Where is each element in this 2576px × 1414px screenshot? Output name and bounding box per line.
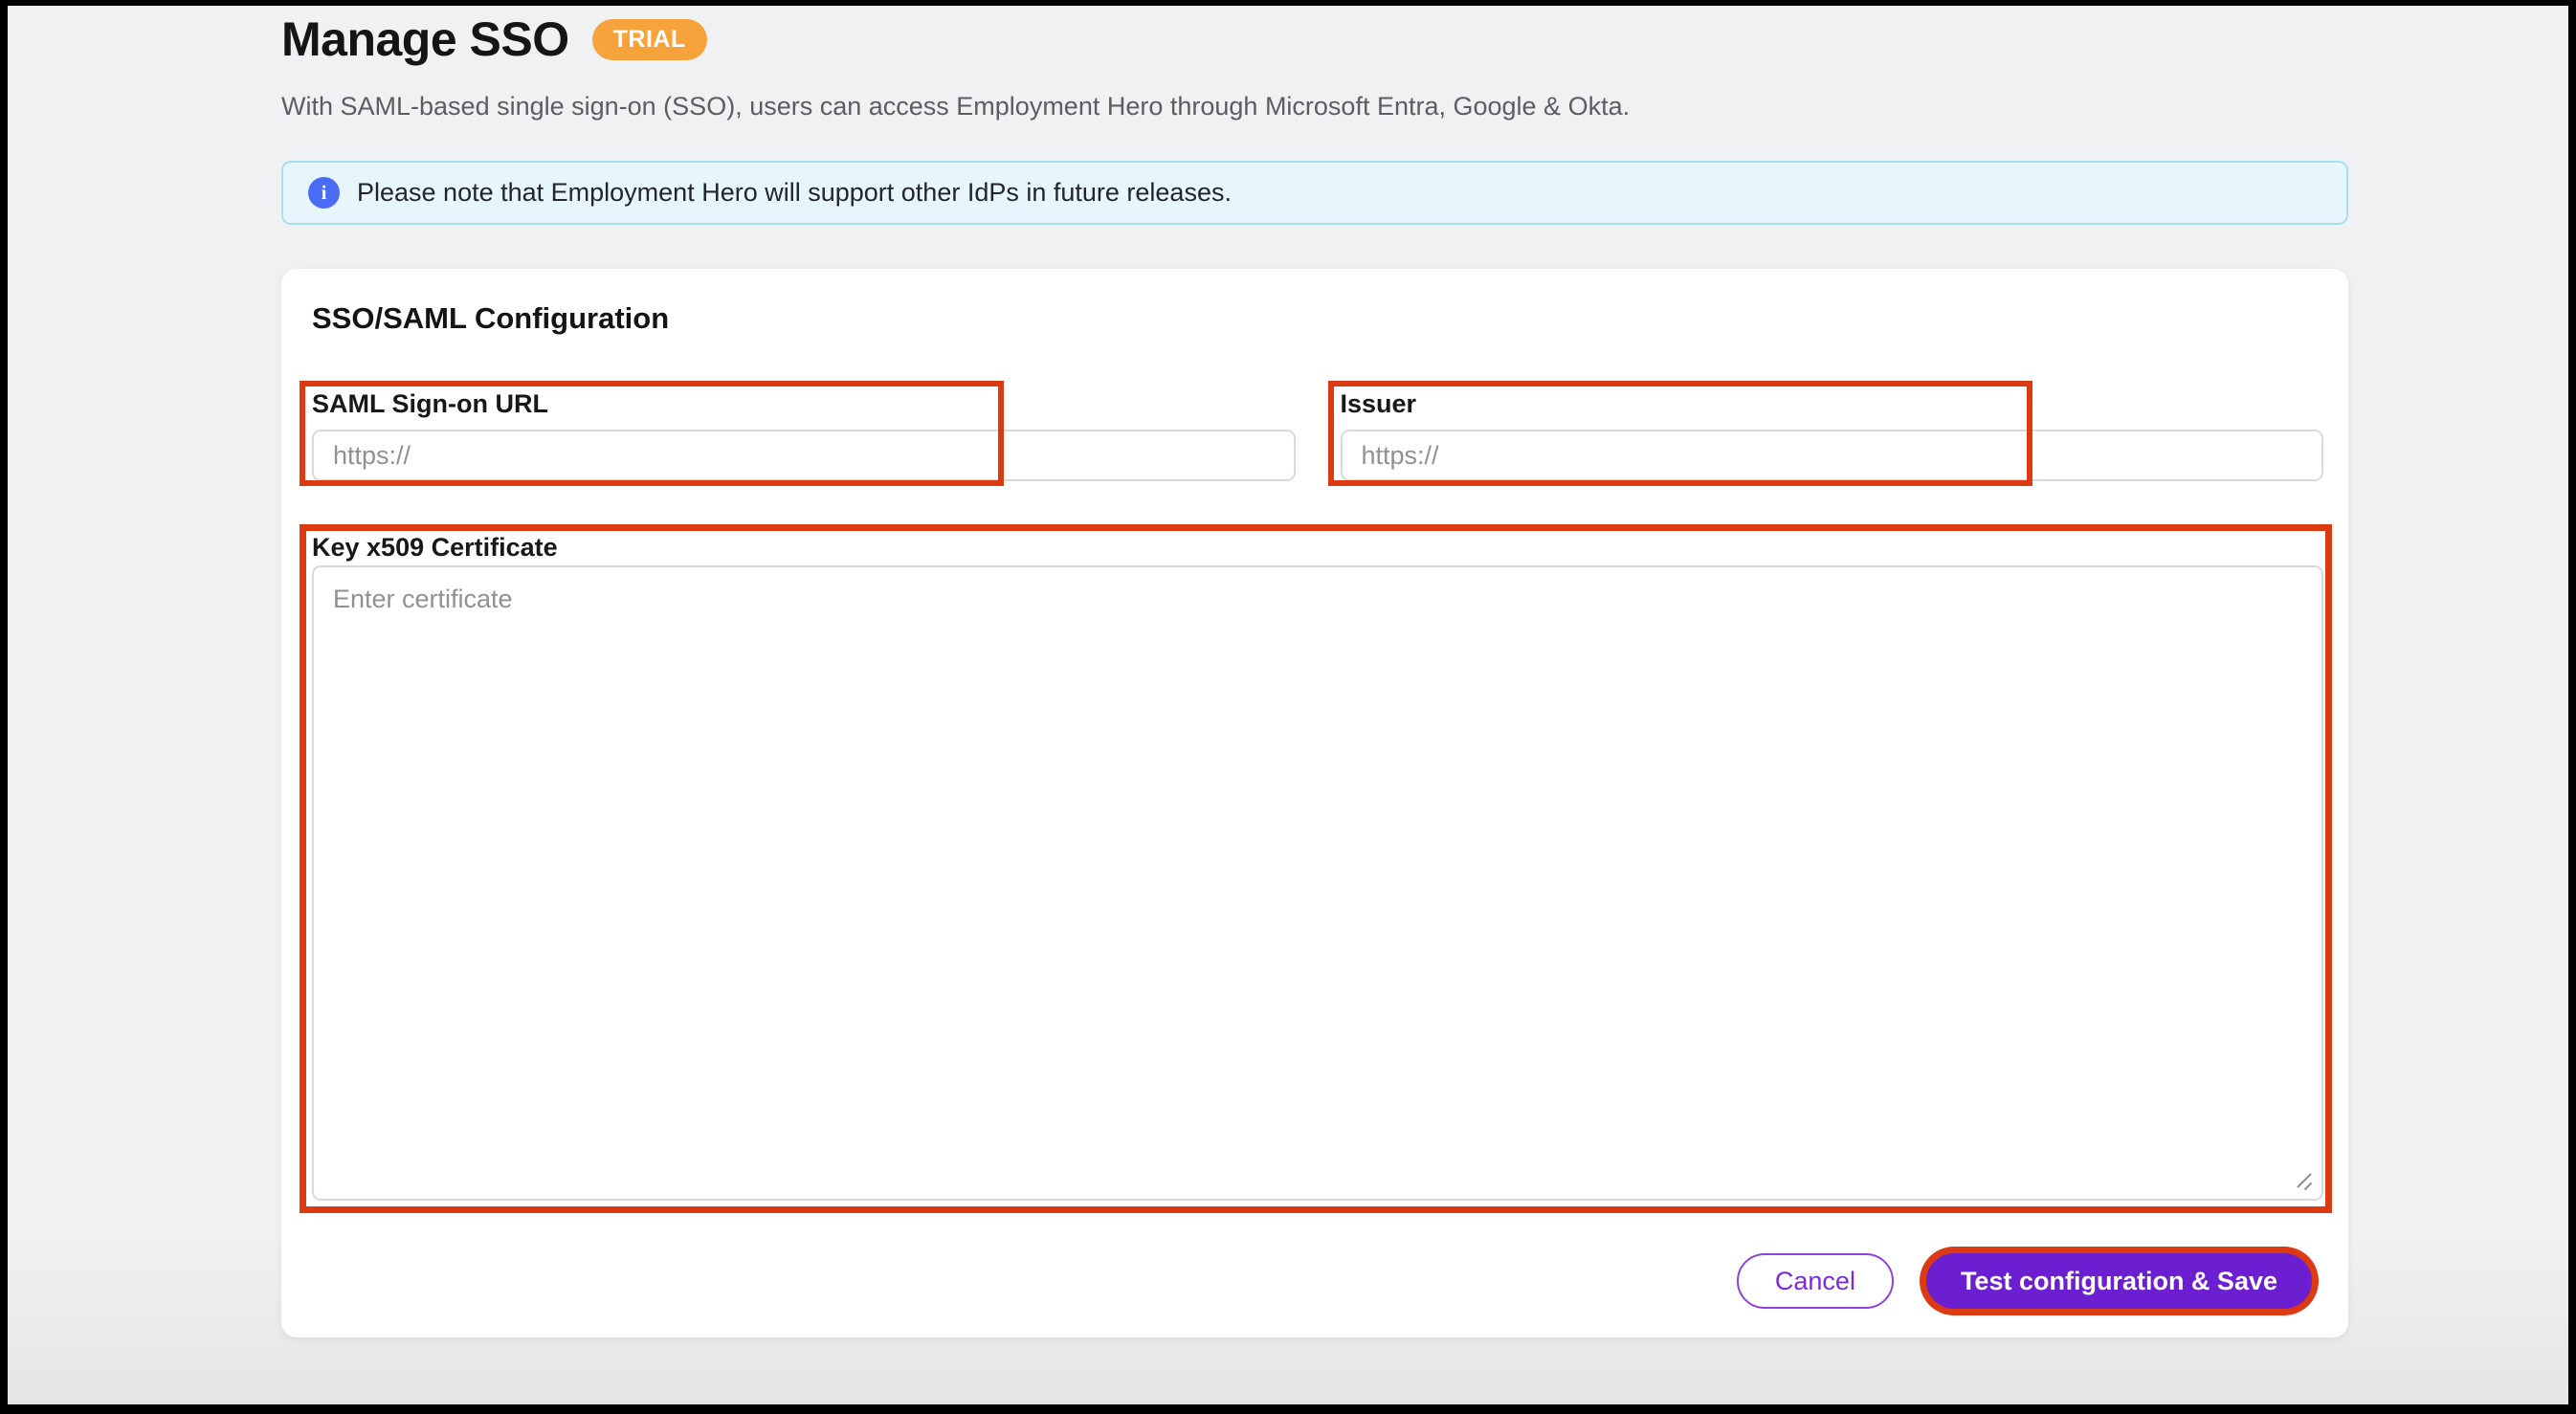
certificate-label: Key x509 Certificate (312, 533, 2323, 562)
certificate-textarea[interactable] (312, 565, 2323, 1201)
page-subtitle: With SAML-based single sign-on (SSO), us… (281, 90, 2348, 122)
app-screen: Manage SSO TRIAL With SAML-based single … (8, 6, 2568, 1404)
info-banner-text: Please note that Employment Hero will su… (357, 178, 1232, 208)
sso-saml-configuration-card: SSO/SAML Configuration SAML Sign-on URL … (281, 269, 2348, 1337)
url-fields-row: SAML Sign-on URL Issuer (312, 389, 2323, 481)
form-actions: Cancel Test configuration & Save (312, 1253, 2312, 1309)
issuer-input[interactable] (1341, 430, 2324, 481)
page-title: Manage SSO (281, 11, 569, 67)
card-heading: SSO/SAML Configuration (312, 301, 2323, 336)
test-configuration-save-button[interactable]: Test configuration & Save (1926, 1253, 2312, 1309)
page-content: Manage SSO TRIAL With SAML-based single … (281, 6, 2348, 1337)
trial-badge: TRIAL (592, 19, 707, 60)
page-header: Manage SSO TRIAL (281, 10, 2348, 69)
certificate-field: Key x509 Certificate (312, 533, 2323, 1201)
info-banner: i Please note that Employment Hero will … (281, 161, 2348, 225)
cancel-button[interactable]: Cancel (1737, 1253, 1894, 1309)
saml-signon-url-input[interactable] (312, 430, 1296, 481)
issuer-label: Issuer (1341, 389, 2324, 418)
saml-signon-url-field: SAML Sign-on URL (312, 389, 1296, 481)
saml-signon-url-label: SAML Sign-on URL (312, 389, 1296, 418)
info-icon: i (308, 177, 340, 209)
issuer-field: Issuer (1341, 389, 2324, 481)
